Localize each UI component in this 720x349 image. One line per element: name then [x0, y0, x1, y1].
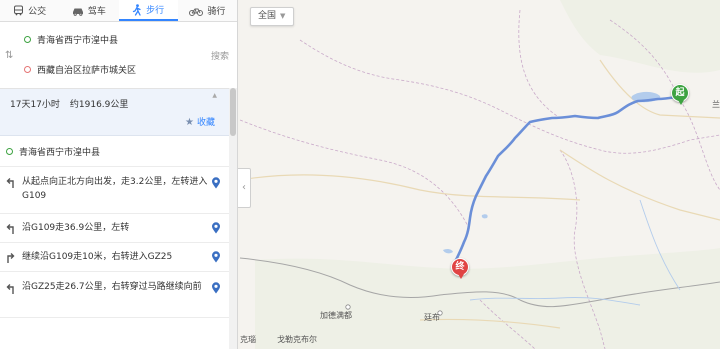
map-label-city: 戈勒克布尔 — [277, 335, 317, 344]
car-icon — [72, 8, 83, 16]
tab-label: 骑行 — [207, 7, 226, 17]
turn-left-icon — [6, 284, 14, 294]
route-sidebar: 公交 驾车 步行 骑行 青海省西宁市湟中县 西藏自治区拉萨市城关区 ⇅ 搜索 1… — [0, 0, 238, 349]
swap-icon[interactable]: ⇅ — [5, 50, 13, 61]
route-step[interactable]: 沿GZ25走26.7公里，右转穿过马路继续向前 — [0, 272, 237, 318]
map-label-city: 廷布 — [424, 313, 440, 322]
bus-icon — [14, 5, 24, 16]
origin-dot-icon — [24, 35, 31, 43]
map-label-city: 加德满都 — [320, 311, 352, 320]
chevron-left-icon: ‹ — [242, 182, 246, 193]
search-button[interactable]: 搜索 — [211, 49, 229, 62]
start-marker[interactable]: 起 — [671, 84, 689, 105]
tab-label: 步行 — [146, 6, 165, 16]
step-text: 从起点向正北方向出发，走3.2公里，左转进入G109 — [22, 177, 208, 201]
favorite-button[interactable]: ★ 收藏 — [185, 115, 215, 128]
destination-field[interactable]: 西藏自治区拉萨市城关区 — [24, 58, 199, 80]
favorite-label: 收藏 — [196, 118, 215, 128]
route-step[interactable]: 沿G109走36.9公里，左转 — [0, 214, 237, 243]
tab-walk[interactable]: 步行 — [118, 0, 178, 21]
location-pin-icon[interactable] — [211, 177, 221, 189]
step-text: 沿G109走36.9公里，左转 — [22, 223, 130, 233]
chevron-down-icon: ▼ — [280, 12, 286, 20]
route-duration: 17天17小时 — [10, 100, 60, 110]
route-summary[interactable]: 17天17小时 约1916.9公里 ▲ ★ 收藏 — [0, 89, 237, 136]
location-pin-icon[interactable] — [211, 222, 221, 234]
route-steps: 青海省西宁市湟中县 从起点向正北方向出发，走3.2公里，左转进入G109 沿G1… — [0, 136, 237, 318]
tab-car[interactable]: 驾车 — [59, 0, 118, 21]
route-input-panel: 青海省西宁市湟中县 西藏自治区拉萨市城关区 ⇅ 搜索 — [0, 22, 237, 89]
tab-bicycle[interactable]: 骑行 — [178, 0, 237, 21]
bicycle-icon — [189, 8, 204, 16]
chevron-up-icon[interactable]: ▲ — [212, 92, 217, 99]
summary-text: 17天17小时 约1916.9公里 — [10, 97, 128, 110]
route-distance: 约1916.9公里 — [69, 100, 129, 110]
origin-text: 青海省西宁市湟中县 — [37, 35, 119, 46]
origin-dot-icon — [6, 147, 13, 155]
step-start[interactable]: 青海省西宁市湟中县 — [0, 136, 237, 167]
region-selector[interactable]: 全国 ▼ — [250, 7, 295, 26]
turn-right-icon — [7, 253, 15, 263]
origin-field[interactable]: 青海省西宁市湟中县 — [24, 28, 199, 50]
route-step[interactable]: 继续沿G109走10米，右转进入GZ25 — [0, 243, 237, 272]
tab-label: 驾车 — [87, 7, 106, 17]
map-label-city: 克瑙 — [240, 335, 256, 344]
walking-icon — [132, 3, 141, 16]
end-marker[interactable]: 终 — [451, 258, 469, 279]
steps-scrollbar[interactable] — [229, 88, 237, 349]
destination-text: 西藏自治区拉萨市城关区 — [37, 65, 137, 76]
collapse-sidebar-button[interactable]: ‹ — [238, 168, 251, 208]
transport-tabs: 公交 驾车 步行 骑行 — [0, 0, 237, 22]
destination-dot-icon — [24, 65, 31, 73]
tab-label: 公交 — [28, 7, 47, 17]
map-label-city: 兰 — [712, 100, 720, 109]
turn-left-icon — [6, 224, 14, 234]
tab-bus[interactable]: 公交 — [0, 0, 59, 21]
turn-left-icon — [6, 178, 14, 188]
scrollbar-thumb[interactable] — [230, 88, 236, 136]
step-start-text: 青海省西宁市湟中县 — [19, 147, 101, 158]
location-pin-icon[interactable] — [211, 282, 221, 294]
star-icon: ★ — [185, 117, 194, 128]
route-step[interactable]: 从起点向正北方向出发，走3.2公里，左转进入G109 — [0, 167, 237, 214]
step-text: 沿GZ25走26.7公里，右转穿过马路继续向前 — [22, 282, 202, 292]
region-label: 全国 — [258, 11, 277, 21]
step-text: 继续沿G109走10米，右转进入GZ25 — [22, 252, 173, 262]
location-pin-icon[interactable] — [211, 251, 221, 263]
